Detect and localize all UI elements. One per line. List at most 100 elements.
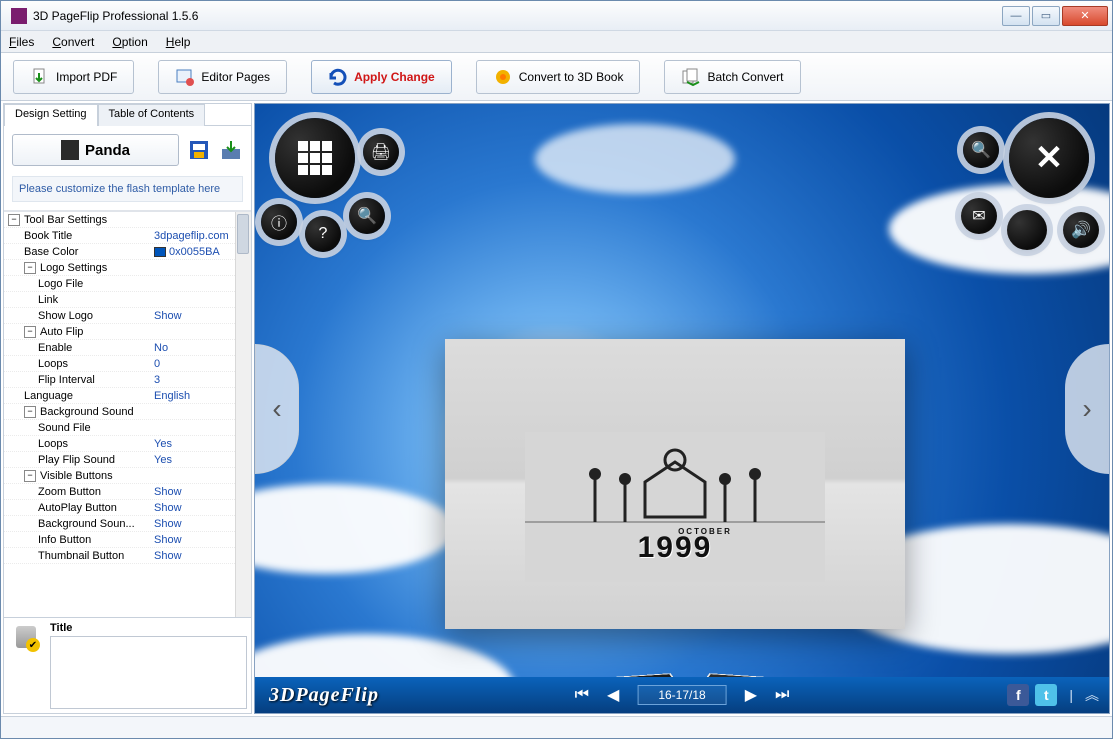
- first-page-button[interactable]: ⏮: [575, 686, 589, 704]
- import-label: Import PDF: [56, 70, 117, 84]
- search-button[interactable]: 🔍: [349, 198, 385, 234]
- app-icon: [11, 8, 27, 24]
- zoom-button[interactable]: 🔍: [963, 132, 999, 168]
- prop-name: Book Title: [24, 230, 72, 242]
- fullscreen-button[interactable]: ✕: [1009, 118, 1089, 198]
- prop-name: Enable: [38, 342, 72, 354]
- prop-row[interactable]: LoopsYes: [4, 436, 251, 452]
- template-hint: Please customize the flash template here: [12, 176, 243, 202]
- print-button[interactable]: 🖨: [363, 134, 399, 170]
- editor-icon: [175, 67, 195, 87]
- next-page-arrow[interactable]: ›: [1065, 344, 1109, 474]
- prev-page-button[interactable]: ◀: [607, 685, 619, 705]
- book-page[interactable]: 1999 OCTOBER: [445, 339, 905, 629]
- prop-row[interactable]: Play Flip SoundYes: [4, 452, 251, 468]
- prop-name: Thumbnail Button: [38, 550, 124, 562]
- prop-row[interactable]: Info ButtonShow: [4, 532, 251, 548]
- scrollbar[interactable]: [235, 212, 251, 617]
- prop-name: Zoom Button: [38, 486, 101, 498]
- prop-row[interactable]: −Logo Settings: [4, 260, 251, 276]
- tab-design-setting[interactable]: Design Setting: [4, 104, 98, 126]
- editor-pages-button[interactable]: Editor Pages: [158, 60, 287, 94]
- twitter-button[interactable]: t: [1035, 684, 1057, 706]
- prop-row[interactable]: EnableNo: [4, 340, 251, 356]
- apply-label: Apply Change: [354, 70, 435, 84]
- divider: |: [1069, 687, 1073, 703]
- brand-logo: 3DPageFlip: [269, 684, 379, 707]
- prop-row[interactable]: Background Soun...Show: [4, 516, 251, 532]
- collapse-icon[interactable]: −: [24, 262, 36, 274]
- property-list[interactable]: −Tool Bar SettingsBook Title3dpageflip.c…: [4, 211, 251, 617]
- prop-row[interactable]: Book Title3dpageflip.com: [4, 228, 251, 244]
- prop-name: Info Button: [38, 534, 91, 546]
- convert-3dbook-button[interactable]: Convert to 3D Book: [476, 60, 641, 94]
- title-field-input[interactable]: [50, 636, 247, 709]
- prop-name: Logo Settings: [40, 262, 107, 274]
- collapse-icon[interactable]: −: [24, 470, 36, 482]
- save-template-button[interactable]: [187, 138, 211, 162]
- info-button[interactable]: ⓘ: [261, 204, 297, 240]
- status-bar: [1, 716, 1112, 738]
- import-pdf-button[interactable]: Import PDF: [13, 60, 134, 94]
- extra-button[interactable]: [1007, 210, 1047, 250]
- menu-help[interactable]: Help: [166, 35, 191, 49]
- prop-row[interactable]: LanguageEnglish: [4, 388, 251, 404]
- collapse-icon[interactable]: −: [24, 406, 36, 418]
- collapse-icon[interactable]: −: [24, 326, 36, 338]
- close-button[interactable]: ✕: [1062, 6, 1108, 26]
- prop-name: Logo File: [38, 278, 83, 290]
- thumbnails-button[interactable]: [275, 118, 355, 198]
- expand-icon: ✕: [1035, 138, 1064, 178]
- page-indicator[interactable]: 16-17/18: [637, 685, 726, 705]
- prop-row[interactable]: −Visible Buttons: [4, 468, 251, 484]
- zoom-in-icon: 🔍: [971, 140, 991, 160]
- facebook-button[interactable]: f: [1007, 684, 1029, 706]
- apply-change-button[interactable]: Apply Change: [311, 60, 452, 94]
- preview-bottombar: 3DPageFlip ⏮ ◀ 16-17/18 ▶ ⏭ f t | ︽: [255, 677, 1109, 713]
- prop-row[interactable]: Thumbnail ButtonShow: [4, 548, 251, 564]
- prop-row[interactable]: Loops0: [4, 356, 251, 372]
- email-button[interactable]: ✉: [961, 198, 997, 234]
- convert-label: Convert to 3D Book: [519, 70, 624, 84]
- batch-convert-button[interactable]: Batch Convert: [664, 60, 800, 94]
- prop-name: Base Color: [24, 246, 78, 258]
- prop-name: Loops: [38, 358, 68, 370]
- panda-label: Panda: [85, 142, 130, 159]
- menu-bar: Files Convert Option Help: [1, 31, 1112, 53]
- prop-row[interactable]: Logo File: [4, 276, 251, 292]
- prop-row[interactable]: Show LogoShow: [4, 308, 251, 324]
- apply-icon: [328, 67, 348, 87]
- next-page-button[interactable]: ▶: [745, 685, 757, 705]
- prop-row[interactable]: Flip Interval3: [4, 372, 251, 388]
- prop-row[interactable]: Zoom ButtonShow: [4, 484, 251, 500]
- tab-table-of-contents[interactable]: Table of Contents: [98, 104, 206, 126]
- last-page-button[interactable]: ⏭: [775, 686, 789, 704]
- help-button[interactable]: ?: [305, 216, 341, 252]
- prop-row[interactable]: −Tool Bar Settings: [4, 212, 251, 228]
- prop-row[interactable]: −Auto Flip: [4, 324, 251, 340]
- export-template-button[interactable]: [219, 138, 243, 162]
- menu-files[interactable]: Files: [9, 35, 34, 49]
- prop-row[interactable]: Sound File: [4, 420, 251, 436]
- prop-row[interactable]: Link: [4, 292, 251, 308]
- batch-label: Batch Convert: [707, 70, 783, 84]
- template-panda-button[interactable]: Panda: [12, 134, 179, 166]
- menu-option[interactable]: Option: [112, 35, 147, 49]
- email-icon: ✉: [972, 206, 985, 226]
- print-icon: 🖨: [371, 142, 391, 162]
- convert-icon: [493, 67, 513, 87]
- collapse-icon[interactable]: −: [8, 214, 20, 226]
- prop-row[interactable]: −Background Sound: [4, 404, 251, 420]
- prop-name: Play Flip Sound: [38, 454, 115, 466]
- maximize-button[interactable]: ▭: [1032, 6, 1060, 26]
- help-icon: ?: [319, 225, 328, 243]
- sound-button[interactable]: 🔊: [1063, 212, 1099, 248]
- book-icon: [61, 140, 79, 160]
- toolbar: Import PDF Editor Pages Apply Change Con…: [1, 53, 1112, 101]
- prop-row[interactable]: AutoPlay ButtonShow: [4, 500, 251, 516]
- minimize-button[interactable]: —: [1002, 6, 1030, 26]
- prop-name: Loops: [38, 438, 68, 450]
- expand-up-button[interactable]: ︽: [1085, 685, 1099, 705]
- prop-row[interactable]: Base Color0x0055BA: [4, 244, 251, 260]
- menu-convert[interactable]: Convert: [52, 35, 94, 49]
